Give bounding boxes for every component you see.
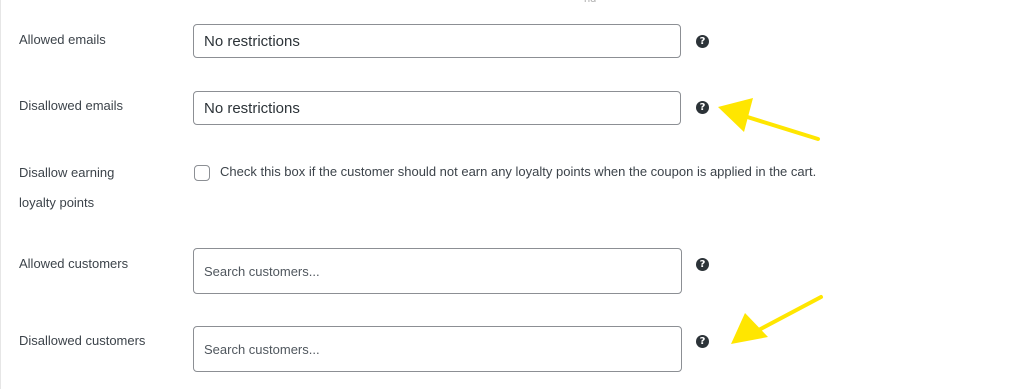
arrow-to-disallowed-emails-help [718,98,820,141]
arrow-to-disallowed-customers-help [731,295,823,344]
annotation-arrows [718,98,823,344]
usage-restriction-panel: nd Allowed emails ? Disallowed emails ? … [0,0,1024,389]
